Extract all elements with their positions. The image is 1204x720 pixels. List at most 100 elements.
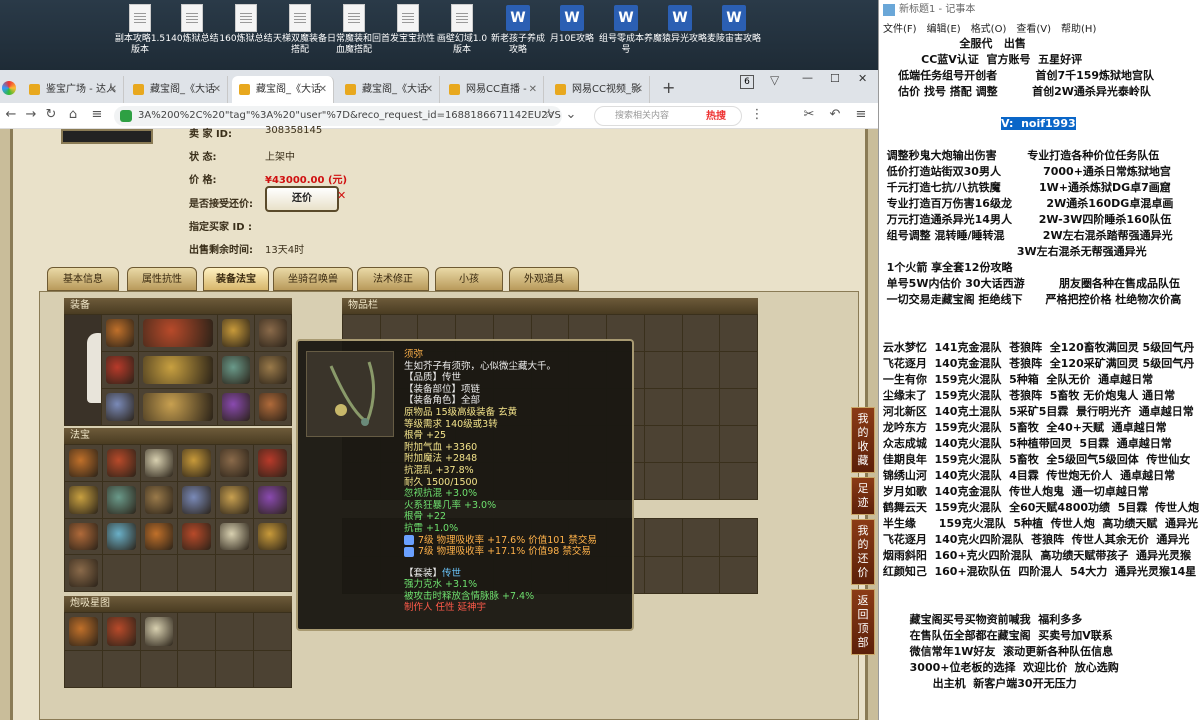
home-icon[interactable]: ⌂ xyxy=(64,106,82,124)
minimize-button[interactable]: — xyxy=(802,71,813,84)
browser-logo-icon[interactable] xyxy=(2,81,16,95)
grid-cell[interactable] xyxy=(65,650,102,687)
game-tab[interactable]: 小孩 xyxy=(435,267,503,291)
browser-tab[interactable]: 网易CC视频_影 ✕ xyxy=(548,76,650,103)
game-tab[interactable]: 装备法宝 xyxy=(203,267,269,291)
grid-cell[interactable] xyxy=(139,352,217,388)
game-tab[interactable]: 基本信息 xyxy=(47,267,119,291)
grid-cell[interactable] xyxy=(178,445,216,481)
grid-cell[interactable] xyxy=(178,518,216,555)
bookmark-star-icon[interactable]: ☆ xyxy=(540,106,558,124)
sidebar-button[interactable]: 我 的 还 价 xyxy=(851,519,875,585)
grid-cell[interactable] xyxy=(65,613,102,650)
grid-cell[interactable] xyxy=(682,463,720,499)
grid-cell[interactable] xyxy=(255,352,291,388)
grid-cell[interactable] xyxy=(102,555,140,591)
grid-cell[interactable] xyxy=(140,445,178,481)
grid-cell[interactable] xyxy=(102,389,138,425)
grid-cell[interactable] xyxy=(65,518,102,555)
desktop-icon[interactable]: W 魔猿异光攻略 xyxy=(652,4,708,45)
grid-cell[interactable] xyxy=(254,555,291,591)
tab-close-icon[interactable]: ✕ xyxy=(109,76,117,103)
grid-cell[interactable] xyxy=(65,445,102,481)
grid-cell[interactable] xyxy=(644,556,682,593)
grid-cell[interactable] xyxy=(218,389,254,425)
grid-cell[interactable] xyxy=(65,555,102,591)
grid-cell[interactable] xyxy=(254,445,291,481)
grid-cell[interactable] xyxy=(102,613,140,650)
grid-cell[interactable] xyxy=(644,352,682,388)
tab-close-icon[interactable]: ✕ xyxy=(319,76,327,103)
sidebar-button[interactable]: 返 回 顶 部 xyxy=(851,589,875,655)
notepad-menu-item[interactable]: 查看(V) xyxy=(1016,24,1051,35)
grid-cell[interactable] xyxy=(216,445,254,481)
grid-cell[interactable] xyxy=(178,555,216,591)
desktop-icon[interactable]: 140炼狱总结 xyxy=(164,4,220,45)
tab-close-icon[interactable]: ✕ xyxy=(529,76,537,103)
grid-cell[interactable] xyxy=(140,613,178,650)
tab-counter[interactable]: 6 xyxy=(740,75,754,89)
grid-cell[interactable] xyxy=(102,481,140,518)
grid-cell[interactable] xyxy=(720,389,757,425)
desktop-icon[interactable]: 日常魔装和回血魔搭配 xyxy=(326,4,382,56)
grid-cell[interactable] xyxy=(178,650,216,687)
browser-tab[interactable]: 藏宝阁_《大话 ✕ xyxy=(126,76,228,103)
grid-cell[interactable] xyxy=(140,481,178,518)
grid-cell[interactable] xyxy=(216,650,254,687)
new-tab-button[interactable]: + xyxy=(662,78,675,97)
notepad-menu-item[interactable]: 文件(F) xyxy=(883,24,917,35)
game-tab[interactable]: 法术修正 xyxy=(357,267,429,291)
menu-icon[interactable]: ≡ xyxy=(88,106,106,124)
maximize-button[interactable]: ☐ xyxy=(830,72,840,85)
game-tab[interactable]: 外观道具 xyxy=(509,267,579,291)
grid-cell[interactable] xyxy=(644,519,682,556)
grid-cell[interactable] xyxy=(720,426,757,462)
grid-cell[interactable] xyxy=(255,389,291,425)
notepad-menu-item[interactable]: 格式(O) xyxy=(971,24,1007,35)
browser-tab[interactable]: 鉴宝广场 - 达人 ✕ xyxy=(22,76,124,103)
grid-cell[interactable] xyxy=(218,352,254,388)
grid-cell[interactable] xyxy=(140,555,178,591)
grid-cell[interactable] xyxy=(139,389,217,425)
grid-cell[interactable] xyxy=(644,463,682,499)
grid-cell[interactable] xyxy=(216,613,254,650)
clothes-icon[interactable]: ▽ xyxy=(770,73,779,87)
grid-cell[interactable] xyxy=(255,315,291,351)
desktop-icon[interactable]: 首发宝宝抗性 xyxy=(380,4,436,45)
notepad-text-area[interactable]: 全服代 出售 CC蓝V认证 官方账号 五星好评 低端任务组号开创者 首创7千15… xyxy=(879,36,1204,692)
grid-cell[interactable] xyxy=(720,556,757,593)
desktop-icon[interactable]: W 组号零成本养号 xyxy=(598,4,654,56)
grid-cell[interactable] xyxy=(102,315,138,351)
browser-tab[interactable]: 藏宝阁_《大话 ✕ xyxy=(232,76,334,103)
grid-cell[interactable] xyxy=(720,352,757,388)
forward-button[interactable]: → xyxy=(22,106,40,124)
grid-cell[interactable] xyxy=(65,315,101,425)
settings-icon[interactable]: ≡ xyxy=(852,106,870,124)
reload-button[interactable]: ↻ xyxy=(42,106,60,124)
grid-cell[interactable] xyxy=(178,481,216,518)
sidebar-button[interactable]: 足 迹 xyxy=(851,477,875,515)
grid-cell[interactable] xyxy=(682,315,720,351)
desktop-icon[interactable]: 副本攻略1.5版本 xyxy=(112,4,168,56)
grid-cell[interactable] xyxy=(682,389,720,425)
grid-cell[interactable] xyxy=(682,556,720,593)
desktop-icon[interactable]: W 新老孩子养成攻略 xyxy=(490,4,546,56)
grid-cell[interactable] xyxy=(720,463,757,499)
grid-cell[interactable] xyxy=(682,352,720,388)
grid-cell[interactable] xyxy=(65,481,102,518)
grid-cell[interactable] xyxy=(720,315,757,351)
close-window-button[interactable]: ✕ xyxy=(858,72,867,85)
browser-tab[interactable]: 网易CC直播 - ✕ xyxy=(442,76,544,103)
grid-cell[interactable] xyxy=(140,650,178,687)
grid-cell[interactable] xyxy=(644,315,682,351)
grid-cell[interactable] xyxy=(102,445,140,481)
grid-cell[interactable] xyxy=(254,481,291,518)
scissors-icon[interactable]: ✂ xyxy=(800,106,818,124)
grid-cell[interactable] xyxy=(140,518,178,555)
grid-cell[interactable] xyxy=(254,650,291,687)
grid-cell[interactable] xyxy=(682,519,720,556)
more-icon[interactable]: ⋮ xyxy=(748,106,766,124)
grid-cell[interactable] xyxy=(254,518,291,555)
game-tab[interactable]: 属性抗性 xyxy=(127,267,197,291)
back-button[interactable]: ← xyxy=(2,106,20,124)
